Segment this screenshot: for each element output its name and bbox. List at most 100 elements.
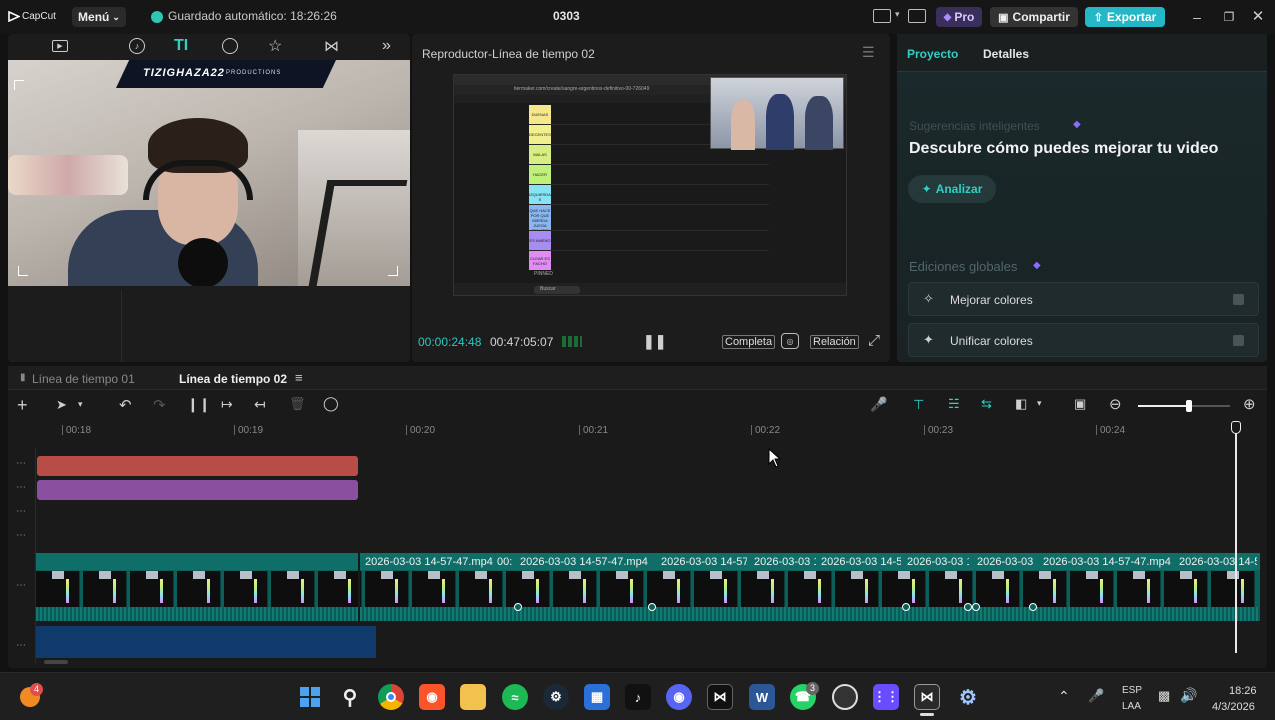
fullscreen-icon[interactable]: ⤢ [868, 332, 880, 349]
track-handle-icon[interactable]: ⋯ [16, 580, 28, 591]
layout-chevron-icon[interactable]: ▾ [895, 9, 900, 20]
start-icon[interactable] [297, 684, 323, 710]
minimize-icon[interactable]: – [1190, 9, 1204, 25]
fit-timeline-icon[interactable]: ▣ [1074, 396, 1086, 412]
delete-icon[interactable]: 🗑 [289, 396, 306, 412]
video-frame[interactable]: tiermaker.com/create/sangre-argentinos-d… [453, 74, 847, 296]
undo-icon[interactable]: ↶ [119, 396, 132, 414]
text-clip-purple[interactable] [37, 480, 358, 500]
playhead-handle[interactable] [1231, 421, 1241, 434]
network-icon[interactable]: ▩ [1158, 688, 1170, 704]
zoom-slider-knob[interactable] [1185, 400, 1192, 412]
text-clip-red[interactable] [37, 456, 358, 476]
keyframe-marker[interactable] [964, 603, 972, 611]
track-handle-icon[interactable]: ⋯ [16, 458, 28, 469]
tier-label-box: IZQUIERDA S [529, 185, 551, 204]
keyframe-marker[interactable] [902, 603, 910, 611]
keyframe-marker[interactable] [514, 603, 522, 611]
audio-icon[interactable]: ♪ [129, 38, 145, 54]
sticker-icon[interactable] [222, 38, 238, 54]
word-icon[interactable]: W [749, 684, 775, 710]
volume-icon[interactable]: 🔊 [1180, 687, 1197, 704]
apps-grid-icon[interactable]: ⋮⋮ [873, 684, 899, 710]
preview-axis-icon[interactable]: ◧ [1015, 396, 1027, 412]
text-icon[interactable]: TI [174, 37, 188, 55]
zoom-slider[interactable] [1138, 400, 1230, 412]
tab-details[interactable]: Detalles [983, 47, 1029, 61]
link-icon[interactable]: ⇆ [981, 396, 992, 412]
timeline-tab-01[interactable]: Línea de tiempo 01 [32, 372, 135, 386]
keyframe-marker[interactable] [972, 603, 980, 611]
spotify-icon[interactable]: ≈ [502, 684, 528, 710]
player-menu-icon[interactable]: ☰ [862, 44, 875, 61]
expand-more-icon[interactable]: » [382, 37, 391, 55]
analyze-button[interactable]: ✦ Analizar [908, 175, 996, 203]
unify-colors-row[interactable]: ✦ Unificar colores [908, 323, 1259, 357]
split-left-icon[interactable]: ↦ [221, 396, 233, 413]
redo-icon[interactable]: ↷ [153, 396, 166, 414]
select-chevron-icon[interactable]: ▾ [78, 399, 83, 410]
split-icon[interactable]: ❙❙ [187, 396, 210, 413]
track-handle-icon[interactable]: ⋯ [16, 506, 28, 517]
discord-icon[interactable]: ◉ [666, 684, 692, 710]
settings-icon[interactable]: ⚙ [955, 684, 981, 710]
tiktok-icon[interactable]: ♪ [625, 684, 651, 710]
media-icon[interactable]: ▶ [52, 40, 68, 52]
time-ruler[interactable]: 00:18 00:19 00:20 00:21 00:22 00:23 00:2… [36, 422, 1267, 440]
transitions-icon[interactable]: ⋈ [324, 37, 339, 55]
horizontal-scrollbar[interactable] [44, 660, 68, 664]
timeline-tab-02[interactable]: Línea de tiempo 02 [179, 372, 287, 386]
playhead-line[interactable] [1235, 428, 1237, 653]
tab-project[interactable]: Proyecto [907, 47, 958, 61]
clock-date[interactable]: 4/3/2026 [1212, 701, 1255, 713]
capcut-active-icon[interactable]: ⋈ [914, 684, 940, 710]
keyframe-marker[interactable] [648, 603, 656, 611]
tray-microphone-icon[interactable]: 🎤 [1088, 688, 1104, 704]
pro-button[interactable]: ◆ Pro [936, 7, 982, 27]
effects-icon[interactable]: ☆ [268, 36, 282, 56]
timeline-menu-icon[interactable]: ≡ [295, 370, 303, 385]
microphone-icon[interactable]: 🎤 [870, 396, 887, 413]
language-line-1[interactable]: ESP [1122, 685, 1142, 696]
maximize-icon[interactable]: ❐ [1222, 10, 1236, 24]
track-handle-icon[interactable]: ⋯ [16, 530, 28, 541]
clock-time[interactable]: 18:26 [1229, 685, 1257, 697]
webcam-preview[interactable]: TIZIGHAZA22 PRODUCTIONS [8, 60, 410, 286]
zoom-fit-icon[interactable]: ◎ [781, 333, 799, 349]
keyboard-icon[interactable] [908, 9, 926, 23]
microsoft-store-icon[interactable]: ▦ [584, 684, 610, 710]
brave-icon[interactable]: ◉ [419, 684, 445, 710]
unify-colors-toggle[interactable] [1233, 335, 1244, 346]
track-handle-icon[interactable]: ⋯ [16, 482, 28, 493]
chrome-icon[interactable] [378, 684, 404, 710]
ratio-button[interactable]: Relación [810, 335, 859, 349]
magnet-icon[interactable]: ☵ [948, 396, 960, 412]
close-icon[interactable]: ✕ [1251, 8, 1265, 25]
improve-colors-toggle[interactable] [1233, 294, 1244, 305]
preview-chevron-icon[interactable]: ▾ [1037, 398, 1042, 409]
select-tool-icon[interactable]: ➤ [56, 397, 67, 413]
zoom-in-icon[interactable]: ⊕ [1243, 395, 1256, 413]
obs-icon[interactable] [832, 684, 858, 710]
capcut-taskbar-icon[interactable]: ⋈ [707, 684, 733, 710]
shield-icon[interactable]: ◯ [323, 395, 339, 412]
split-right-icon[interactable]: ↤ [254, 396, 266, 413]
full-quality-button[interactable]: Completa [722, 335, 776, 349]
menu-button[interactable]: Menú ⌄ [72, 7, 126, 27]
steam-icon[interactable]: ⚙ [543, 684, 569, 710]
language-line-2[interactable]: LAA [1122, 701, 1141, 712]
link-main-track-icon[interactable]: ⊤ [913, 397, 924, 413]
audio-clip[interactable] [36, 626, 376, 658]
add-icon[interactable]: + [17, 395, 28, 416]
track-handle-icon[interactable]: ⋯ [16, 640, 28, 651]
export-button[interactable]: ⇧ Exportar [1085, 7, 1165, 27]
pause-button[interactable]: ❚❚ [643, 333, 666, 350]
improve-colors-row[interactable]: ✧ Mejorar colores [908, 282, 1259, 316]
layout-icon[interactable] [873, 9, 891, 23]
tray-chevron-icon[interactable]: ⌃ [1058, 688, 1070, 705]
file-explorer-icon[interactable] [460, 684, 486, 710]
keyframe-marker[interactable] [1029, 603, 1037, 611]
share-button[interactable]: ▣ Compartir [990, 7, 1078, 27]
search-icon[interactable]: ⚲ [337, 684, 363, 710]
zoom-out-icon[interactable]: ⊖ [1109, 395, 1122, 413]
